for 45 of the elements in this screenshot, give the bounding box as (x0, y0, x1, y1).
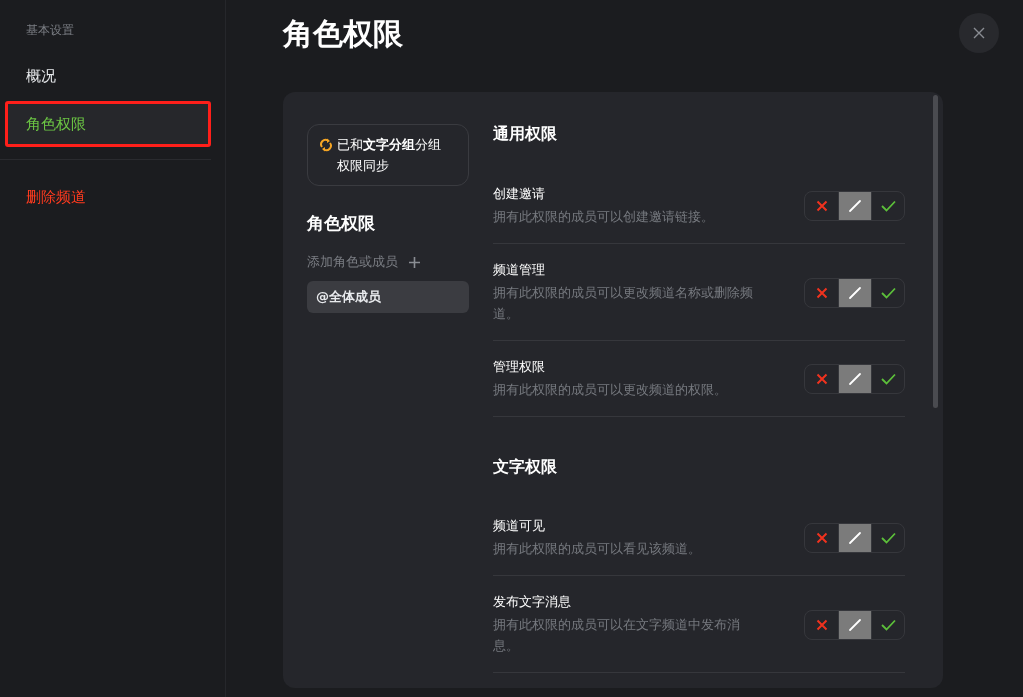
permission-name: 发布文字消息 (493, 593, 572, 611)
inherit-option[interactable] (838, 524, 871, 552)
role-item[interactable]: @全体成员 (307, 281, 469, 313)
page-title: 角色权限 (283, 15, 403, 53)
check-icon (880, 286, 896, 299)
scrollbar[interactable] (933, 95, 938, 408)
inherit-option[interactable] (838, 192, 871, 220)
cross-icon (815, 200, 828, 212)
cross-icon (815, 286, 828, 299)
permission-name: 创建邀请 (493, 185, 546, 203)
permission-name: 频道管理 (493, 261, 546, 279)
permission-name: 频道可见 (493, 517, 546, 535)
slash-icon (848, 285, 862, 300)
sidebar-item[interactable]: 概况 (5, 53, 211, 99)
check-icon (880, 373, 896, 385)
permission-description: 拥有此权限的成员可以看见该频道。 (493, 540, 702, 558)
close-icon (972, 26, 986, 40)
inherit-option[interactable] (838, 610, 871, 639)
add-role-label: 添加角色或成员 (307, 253, 398, 271)
section-heading: 文字权限 (493, 457, 558, 478)
sync-icon (319, 138, 333, 152)
cross-icon (815, 532, 828, 544)
check-icon (880, 200, 896, 212)
inherit-option[interactable] (838, 278, 871, 307)
permission-name: 管理权限 (493, 358, 546, 376)
slash-icon (848, 531, 862, 545)
permission-description: 拥有此权限的成员可以在文字频道中发布消息。 (493, 616, 741, 655)
sidebar-group-label: 基本设置 (25, 22, 75, 39)
inherit-option[interactable] (838, 365, 871, 393)
check-icon (880, 618, 896, 631)
sidebar-item[interactable]: 角色权限 (5, 101, 211, 147)
slash-icon (848, 199, 862, 213)
slash-icon (848, 617, 862, 632)
slash-icon (848, 372, 862, 386)
permission-description: 拥有此权限的成员可以更改频道的权限。 (493, 381, 728, 399)
sidebar-item[interactable]: 删除频道 (5, 174, 211, 220)
section-heading: 通用权限 (493, 124, 558, 145)
plus-icon[interactable] (409, 256, 420, 268)
check-icon (880, 532, 896, 544)
roles-heading: 角色权限 (307, 212, 376, 235)
cross-icon (815, 373, 828, 385)
permission-description: 拥有此权限的成员可以更改频道名称或删除频道。 (493, 284, 754, 323)
cross-icon (815, 618, 828, 631)
permission-description: 拥有此权限的成员可以创建邀请链接。 (493, 208, 715, 226)
sync-notice-text: 已和文字分组分组权限同步 (337, 136, 442, 175)
